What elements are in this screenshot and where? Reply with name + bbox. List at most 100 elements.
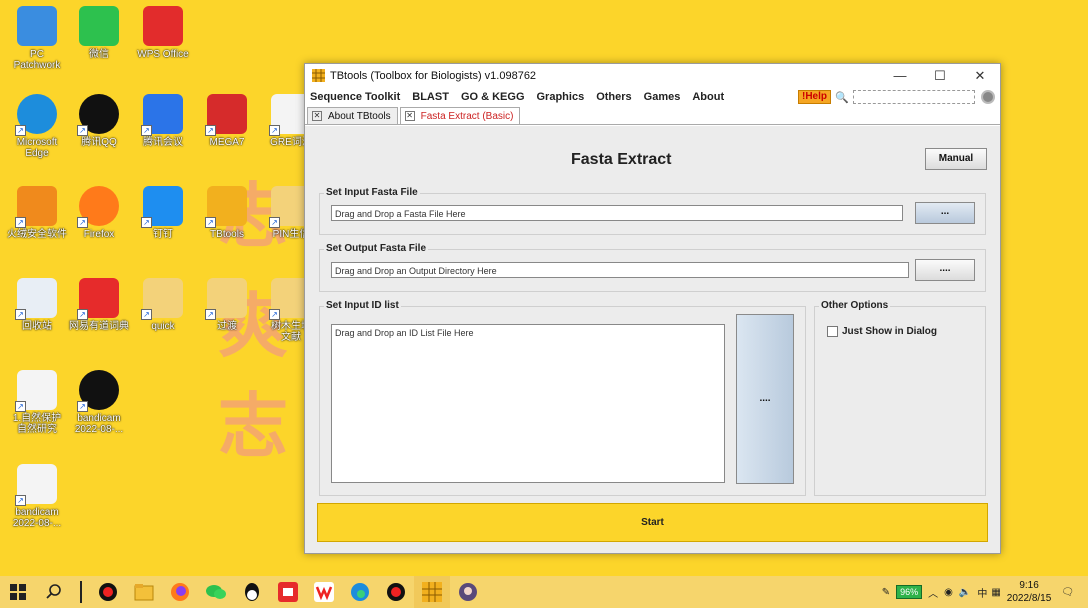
- desktop-icon[interactable]: PC Patchwork: [2, 6, 72, 71]
- search-input[interactable]: [853, 90, 975, 104]
- search-icon[interactable]: 🔍: [835, 91, 849, 104]
- bandicam-icon: ↗: [77, 370, 119, 412]
- help-button[interactable]: !Help: [798, 90, 831, 104]
- maximize-button[interactable]: ☐: [920, 68, 960, 84]
- shortcut-arrow-icon: ↗: [15, 495, 26, 506]
- tbtools-window: TBtools (Toolbox for Biologists) v1.0987…: [304, 63, 1001, 554]
- desktop-icon-label: 腾讯会议: [143, 137, 183, 148]
- menu-go-kegg[interactable]: GO & KEGG: [461, 91, 525, 103]
- just-show-in-dialog-checkbox[interactable]: [827, 326, 838, 337]
- input-fasta-browse-button[interactable]: ...: [915, 202, 975, 224]
- action-center-icon[interactable]: 🗨: [1061, 587, 1074, 598]
- shortcut-arrow-icon: ↗: [269, 217, 280, 228]
- video-file-icon: ↗: [15, 370, 57, 412]
- windows-start-icon[interactable]: [0, 576, 36, 608]
- title-bar[interactable]: TBtools (Toolbox for Biologists) v1.0987…: [305, 64, 1000, 87]
- clock[interactable]: 9:16 2022/8/15: [1007, 579, 1052, 605]
- desktop-icon[interactable]: ↗ Microsoft Edge: [2, 94, 72, 159]
- ime-indicator[interactable]: 中: [977, 585, 987, 600]
- desktop-icon-label: MEGA7: [209, 137, 245, 148]
- battery-indicator[interactable]: 96%: [896, 585, 923, 599]
- bandicam-taskbar-icon[interactable]: [90, 576, 126, 608]
- menu-games[interactable]: Games: [644, 91, 681, 103]
- id-list-textarea[interactable]: Drag and Drop an ID List File Here: [331, 324, 725, 483]
- id-list-browse-button[interactable]: ....: [736, 314, 794, 484]
- desktop-icon-label: 1.自然保护 自然研究: [12, 413, 62, 435]
- network-icon[interactable]: ◉: [944, 587, 953, 598]
- desktop-icon[interactable]: ↗ 火绒安全软件: [2, 186, 72, 240]
- desktop-icon[interactable]: ↗ 网易有道词典: [64, 278, 134, 332]
- close-button[interactable]: ✕: [960, 68, 1000, 84]
- qq-taskbar-icon[interactable]: [234, 576, 270, 608]
- tab-fasta-extract[interactable]: ✕ Fasta Extract (Basic): [399, 107, 521, 124]
- wps-taskbar-icon[interactable]: [306, 576, 342, 608]
- menu-graphics[interactable]: Graphics: [537, 91, 585, 103]
- desktop-icon[interactable]: ↗ TBtools: [192, 186, 262, 240]
- tab-about-tbtools[interactable]: ✕ About TBtools: [307, 107, 398, 124]
- search-icon[interactable]: [36, 576, 72, 608]
- desktop-icon-label: 火绒安全软件: [7, 229, 67, 240]
- output-fasta-browse-button[interactable]: ....: [915, 259, 975, 281]
- desktop-icon[interactable]: ↗ bandicam 2022-08-...: [2, 464, 72, 529]
- wallpaper-char: 志: [218, 384, 288, 467]
- shortcut-arrow-icon: ↗: [77, 401, 88, 412]
- notification-grid-icon[interactable]: ▦: [991, 587, 1000, 598]
- desktop-icon[interactable]: ↗ 腾讯QQ: [64, 94, 134, 148]
- folder-icon: ↗: [141, 278, 183, 320]
- desktop-icon[interactable]: WPS Office: [128, 6, 198, 60]
- desktop-icon-label: WPS Office: [137, 49, 189, 60]
- tbtools-app-icon: [312, 69, 325, 82]
- desktop-icon[interactable]: ↗ 1.自然保护 自然研究: [2, 370, 72, 435]
- youdao-icon: ↗: [77, 278, 119, 320]
- system-tray: ✎ 96% ︿ ◉ 🔈 中 ▦ 9:16 2022/8/15 🗨: [882, 579, 1088, 605]
- chevron-up-icon[interactable]: ︿: [928, 585, 938, 600]
- desktop-icon-label: bandicam 2022-08-...: [12, 507, 62, 529]
- qq-icon: ↗: [77, 94, 119, 136]
- bandicam-taskbar-icon-2[interactable]: [378, 576, 414, 608]
- desktop-icon[interactable]: ↗ 回收站: [2, 278, 72, 332]
- input-fasta-field[interactable]: Drag and Drop a Fasta File Here: [331, 205, 903, 221]
- desktop-icon-label: 微信: [89, 49, 109, 60]
- desktop-icon[interactable]: ↗ quick: [128, 278, 198, 332]
- desktop-icon[interactable]: ↗ 腾讯会议: [128, 94, 198, 148]
- tbtools-taskbar-icon[interactable]: [414, 576, 450, 608]
- tab-close-icon[interactable]: ✕: [312, 111, 322, 121]
- menu-about[interactable]: About: [692, 91, 724, 103]
- mega-icon: ↗: [205, 94, 247, 136]
- desktop-icon[interactable]: 微信: [64, 6, 134, 60]
- desktop-icon[interactable]: ↗ bandicam 2022-08-...: [64, 370, 134, 435]
- pen-icon[interactable]: ✎: [882, 587, 890, 598]
- huorong-icon: ↗: [15, 186, 57, 228]
- desktop-icon[interactable]: ↗ 过渡: [192, 278, 262, 332]
- just-show-in-dialog-label: Just Show in Dialog: [842, 326, 938, 337]
- manual-button[interactable]: Manual: [925, 148, 987, 170]
- output-fasta-field[interactable]: Drag and Drop an Output Directory Here: [331, 262, 909, 278]
- edge-taskbar-icon[interactable]: [342, 576, 378, 608]
- shortcut-arrow-icon: ↗: [141, 125, 152, 136]
- file-explorer-icon[interactable]: [126, 576, 162, 608]
- menu-blast[interactable]: BLAST: [412, 91, 449, 103]
- desktop-icon[interactable]: ↗ 钉钉: [128, 186, 198, 240]
- desktop-icon-label: 过渡: [217, 321, 237, 332]
- wechat-taskbar-icon[interactable]: [198, 576, 234, 608]
- firefox-taskbar-icon[interactable]: [162, 576, 198, 608]
- start-button[interactable]: Start: [317, 503, 988, 542]
- youdao-taskbar-icon[interactable]: [270, 576, 306, 608]
- shortcut-arrow-icon: ↗: [15, 309, 26, 320]
- dingtalk-icon: ↗: [141, 186, 183, 228]
- desktop-icon-label: 回收站: [22, 321, 52, 332]
- desktop-icon[interactable]: ↗ Firefox: [64, 186, 134, 240]
- desktop-icon[interactable]: ↗ MEGA7: [192, 94, 262, 148]
- minimize-button[interactable]: —: [880, 68, 920, 84]
- tbtools-icon: ↗: [205, 186, 247, 228]
- desktop-icon-label: TBtools: [210, 229, 244, 240]
- shortcut-arrow-icon: ↗: [141, 309, 152, 320]
- menu-sequence-toolkit[interactable]: Sequence Toolkit: [310, 91, 400, 103]
- settings-gear-icon[interactable]: [981, 90, 995, 104]
- folder-icon: ↗: [205, 278, 247, 320]
- tab-close-icon[interactable]: ✕: [404, 111, 415, 121]
- menu-others[interactable]: Others: [596, 91, 631, 103]
- shortcut-arrow-icon: ↗: [269, 125, 280, 136]
- user-app-taskbar-icon[interactable]: [450, 576, 486, 608]
- speaker-icon[interactable]: 🔈: [959, 587, 971, 598]
